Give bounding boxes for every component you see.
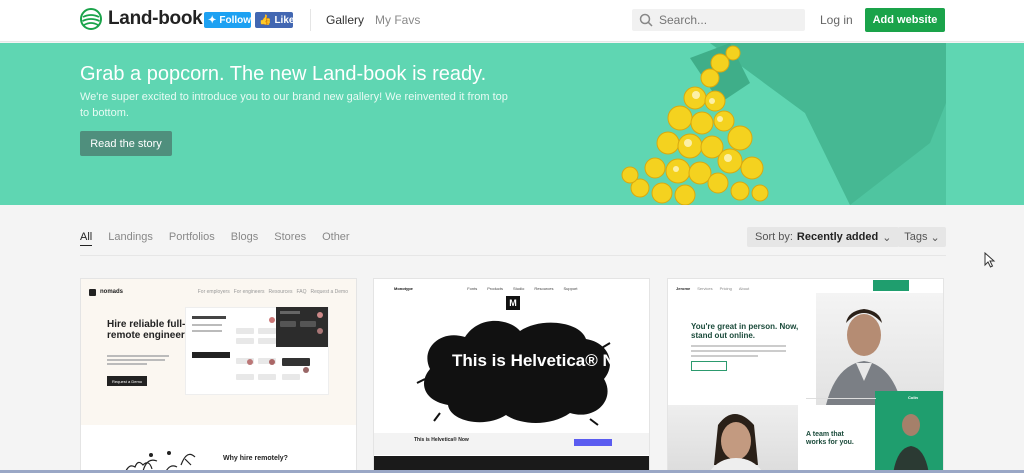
facebook-like-label: Like [274, 14, 295, 26]
active-filter-underline [80, 245, 92, 246]
card-name-label: Colin [908, 395, 918, 400]
card-nav-item: Fonts [467, 286, 478, 291]
filter-portfolios[interactable]: Portfolios [169, 231, 215, 245]
header-divider [310, 9, 311, 31]
mouse-cursor-icon [984, 252, 996, 268]
chevron-down-icon: ⌄ [930, 231, 940, 244]
filter-other[interactable]: Other [322, 231, 350, 245]
card-outline-button [691, 361, 727, 371]
chevron-down-icon: ⌄ [882, 231, 892, 244]
sort-value: Recently added [796, 231, 879, 243]
card-bottom-section [81, 425, 356, 472]
hero-subtitle: We're super excited to introduce you to … [80, 91, 508, 119]
filters-divider [80, 255, 946, 256]
card-nav: Monotype Fonts Products Studio Resources… [394, 286, 629, 291]
card-nav: nomads For employers For engineers Resou… [89, 287, 348, 297]
card-nav-item: About [738, 285, 750, 291]
card-nav-item: Support [563, 286, 578, 291]
card-nav-item: Services [697, 285, 713, 291]
card-headline: Hire reliable full-remote engineer [107, 319, 186, 341]
thumbs-up-icon: 👍 [259, 14, 272, 26]
card-dark-panel [276, 307, 328, 347]
top-navbar: Land-book ✦ Follow 👍 Like Gallery My Fav… [0, 0, 1024, 42]
card-nav-item: Request a Demo [310, 289, 348, 295]
card-nav-item: Studio [513, 286, 525, 291]
portrait-man-image [816, 293, 943, 405]
category-filters: All Landings Portfolios Blogs Stores Oth… [80, 231, 366, 245]
popcorn-illustration [621, 43, 946, 205]
twitter-follow-label: Follow [219, 14, 252, 26]
sort-prefix: Sort by: [755, 231, 793, 243]
filter-all[interactable]: All [80, 231, 92, 245]
sort-dropdown[interactable]: Sort by: Recently added ⌄ [747, 227, 900, 247]
card-nav-item: Resources [534, 286, 554, 291]
add-website-button[interactable]: Add website [865, 8, 945, 32]
card-headline: This is Helvetica® Now. [452, 351, 643, 370]
read-story-button[interactable]: Read the story [80, 131, 172, 156]
tags-label: Tags [904, 231, 928, 243]
nomads-logo-icon [89, 288, 96, 296]
card-brand: Jerome [676, 285, 691, 291]
filter-blogs[interactable]: Blogs [231, 231, 259, 245]
login-link[interactable]: Log in [820, 13, 853, 27]
hero-banner: Grab a popcorn. The new Land-book is rea… [0, 43, 1024, 205]
card-second-heading: A team that works for you. [806, 431, 854, 446]
gallery-card-jerome[interactable]: Jerome Services Pricing About You're gre… [667, 278, 944, 473]
facebook-like-button[interactable]: 👍 Like [255, 12, 295, 28]
card-nav-item: For employers [197, 289, 230, 295]
search-icon [639, 13, 653, 27]
card-headline: You're great in person. Now, stand out o… [691, 322, 799, 340]
land-book-logo-icon [80, 8, 102, 30]
card-blue-button [574, 439, 612, 446]
card-green-button [873, 280, 909, 291]
card-nav-item: Pricing [719, 285, 732, 291]
nav-gallery[interactable]: Gallery [326, 13, 364, 27]
tags-dropdown[interactable]: Tags ⌄ [898, 227, 946, 247]
card-paragraph-lines [107, 355, 169, 365]
logo[interactable]: Land-book [80, 8, 203, 30]
portrait-woman-image [668, 405, 798, 472]
twitter-follow-button[interactable]: ✦ Follow [204, 12, 251, 28]
search-input[interactable] [659, 13, 799, 27]
card-brand: Monotype [394, 286, 413, 291]
card-strip-text: This is Helvetica® Now [414, 437, 469, 443]
card-nav-item: Resources [268, 289, 293, 295]
card-nav-item: Products [487, 286, 504, 291]
card-cta-button: Request a Demo [107, 376, 147, 386]
card-paragraph-lines [691, 345, 786, 360]
nav-my-favs[interactable]: My Favs [375, 13, 420, 27]
filter-stores[interactable]: Stores [274, 231, 306, 245]
card-green-panel [875, 391, 943, 472]
card-section-heading: Why hire remotely? [223, 455, 288, 462]
filter-landings[interactable]: Landings [108, 231, 153, 245]
card-brand: nomads [100, 289, 124, 295]
card-divider [806, 398, 876, 399]
logo-text: Land-book [108, 8, 203, 29]
card-nav-item: FAQ [296, 289, 307, 295]
gallery-card-monotype[interactable]: Monotype Fonts Products Studio Resources… [373, 278, 650, 473]
card-nav-item: For engineers [233, 289, 265, 295]
gallery-card-nomads[interactable]: nomads For employers For engineers Resou… [80, 278, 357, 473]
hero-title: Grab a popcorn. The new Land-book is rea… [80, 63, 487, 85]
twitter-icon: ✦ [208, 14, 217, 26]
search-box[interactable] [632, 9, 805, 31]
monotype-logo: M [506, 296, 520, 310]
